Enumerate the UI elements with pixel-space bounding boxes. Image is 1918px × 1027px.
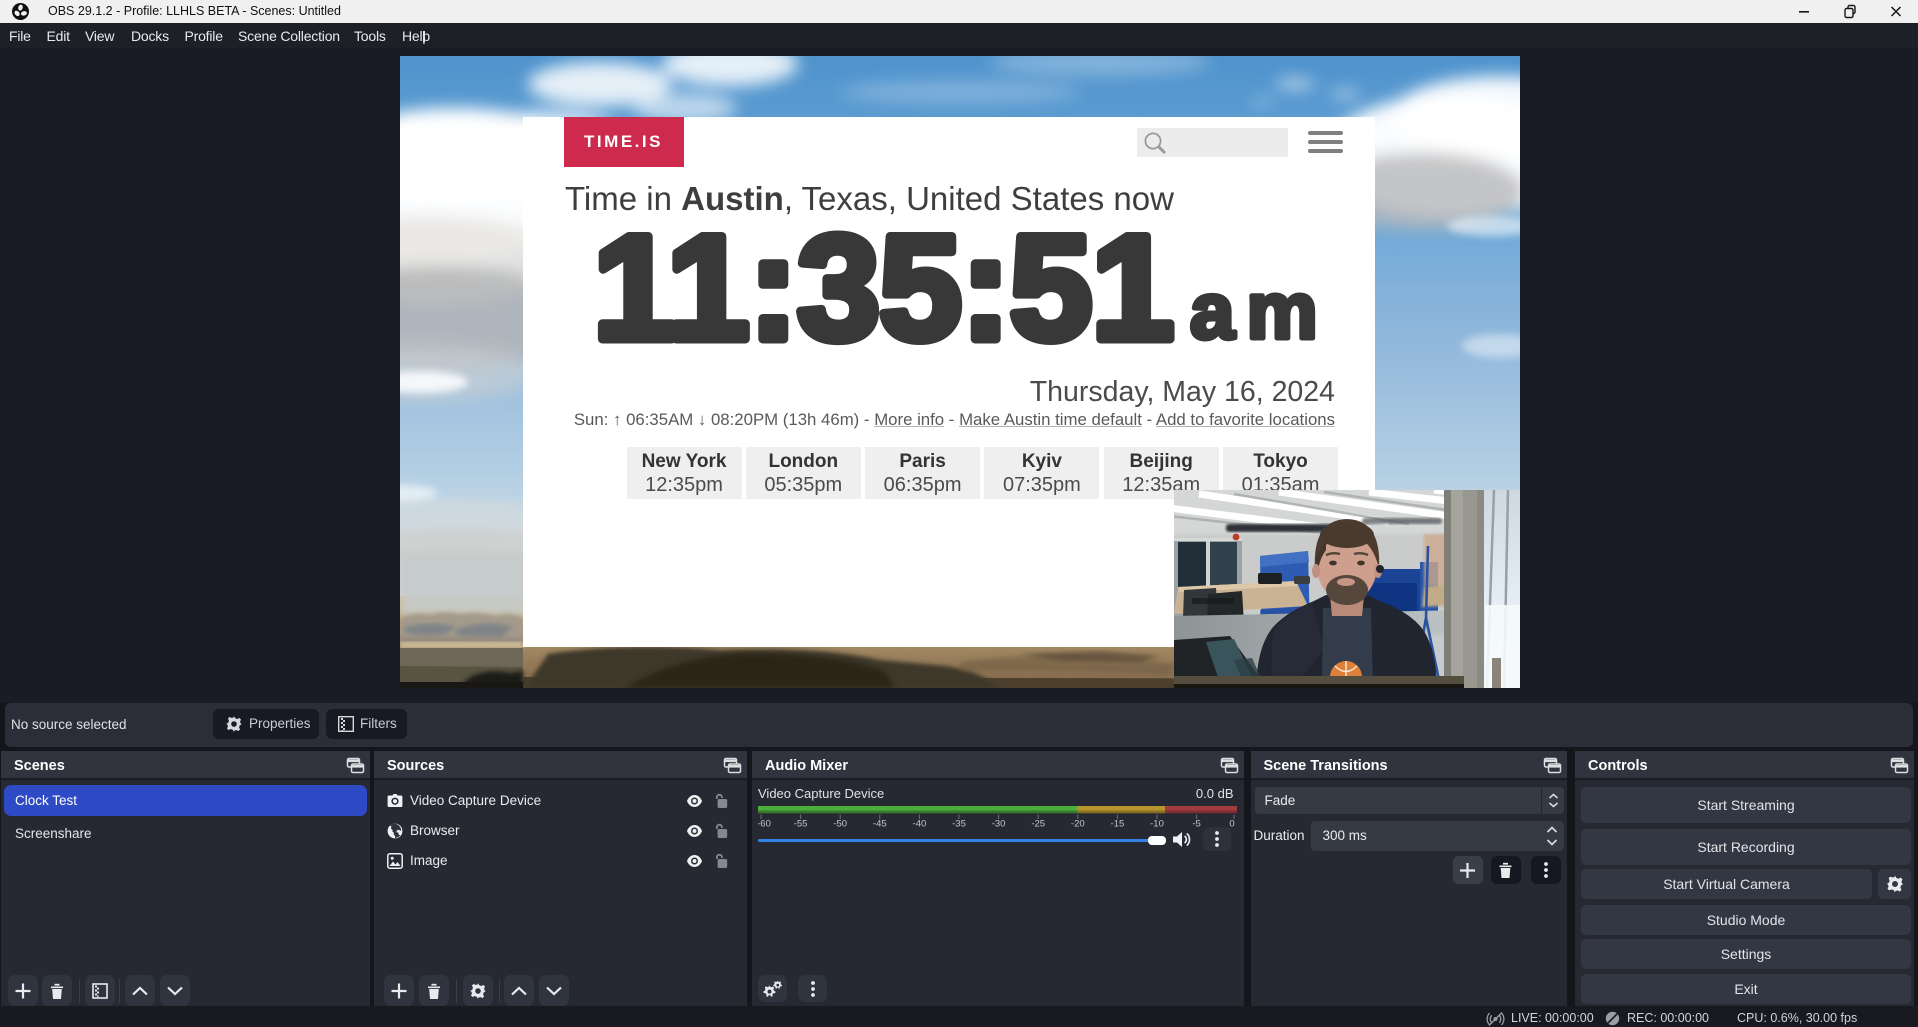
svg-text:-55: -55 [794,819,808,830]
svg-text:0: 0 [1229,819,1234,830]
svg-text:-45: -45 [873,819,887,830]
svg-text:-5: -5 [1192,819,1200,830]
svg-text:am: am [1190,266,1330,355]
svg-text:-10: -10 [1150,819,1164,830]
svg-text:11:35:51: 11:35:51 [593,204,1173,371]
svg-text:-25: -25 [1031,819,1045,830]
svg-text:-40: -40 [913,819,927,830]
svg-text:-50: -50 [833,819,847,830]
svg-text:-30: -30 [992,819,1006,830]
svg-text:-15: -15 [1111,819,1125,830]
svg-text:-35: -35 [952,819,966,830]
svg-text:-60: -60 [758,819,771,830]
svg-text:-20: -20 [1071,819,1085,830]
